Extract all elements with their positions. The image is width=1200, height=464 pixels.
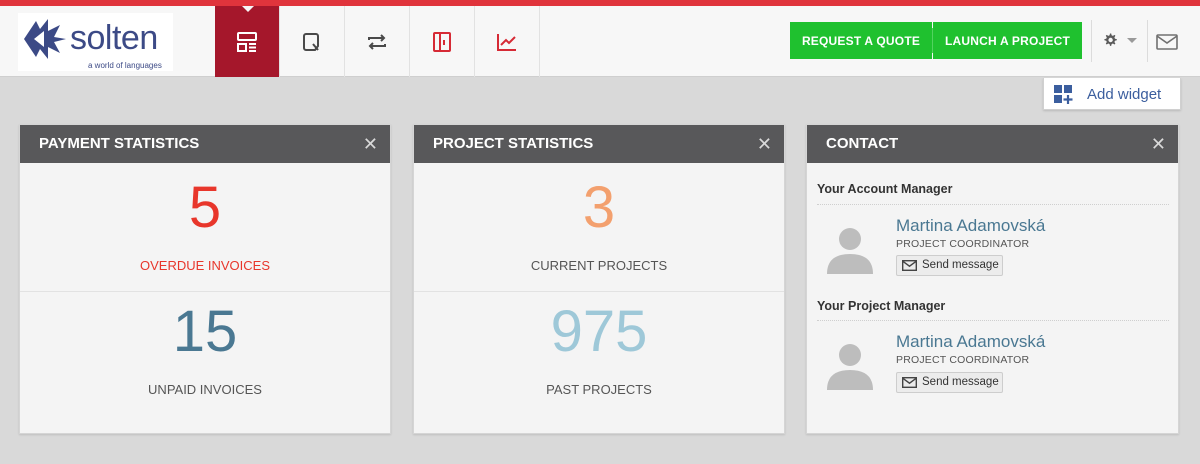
account-manager-heading: Your Account Manager (817, 182, 953, 196)
divider (20, 291, 390, 292)
project-manager-name[interactable]: Martina Adamovská (896, 332, 1045, 352)
header-divider (1091, 20, 1092, 62)
invoices-icon (433, 31, 451, 52)
widget-title: PROJECT STATISTICS (433, 135, 594, 152)
transfer-icon (368, 33, 386, 50)
logo-mark-icon (24, 19, 66, 59)
close-icon[interactable]: ✕ (363, 125, 378, 163)
launch-project-button[interactable]: LAUNCH A PROJECT (933, 22, 1082, 59)
app-header: solten a world of languages REQUEST A QU… (0, 6, 1200, 77)
past-projects-stat[interactable]: 975 PAST PROJECTS (414, 299, 784, 398)
divider (414, 291, 784, 292)
tab-quotes[interactable] (280, 6, 345, 77)
send-message-label: Send message (922, 376, 999, 388)
unpaid-invoices-count: 15 (172, 299, 238, 364)
project-manager-heading: Your Project Manager (817, 299, 946, 313)
settings-dropdown-caret[interactable] (1127, 38, 1137, 43)
dashboard-icon (237, 31, 257, 52)
current-projects-label: CURRENT PROJECTS (530, 258, 668, 273)
avatar-placeholder-icon (827, 344, 873, 390)
close-icon[interactable]: ✕ (757, 125, 772, 163)
account-manager-name[interactable]: Martina Adamovská (896, 216, 1045, 236)
avatar-placeholder-icon (827, 228, 873, 274)
widget-header: PROJECT STATISTICS ✕ (414, 125, 784, 163)
project-manager-role: PROJECT COORDINATOR (896, 354, 1030, 366)
divider (817, 320, 1169, 321)
current-projects-count: 3 (582, 175, 616, 240)
header-divider (1147, 20, 1148, 62)
tab-invoices[interactable] (410, 6, 475, 77)
close-icon[interactable]: ✕ (1151, 125, 1166, 163)
send-message-button[interactable]: Send message (896, 372, 1003, 393)
brand-logo[interactable]: solten a world of languages (18, 13, 173, 71)
send-message-label: Send message (922, 259, 999, 271)
cta-divider (932, 28, 933, 53)
envelope-icon (902, 377, 917, 388)
gear-icon[interactable] (1102, 32, 1118, 48)
payment-statistics-widget: PAYMENT STATISTICS ✕ 5 OVERDUE INVOICES … (19, 124, 391, 434)
send-message-button[interactable]: Send message (896, 255, 1003, 276)
overdue-invoices-count: 5 (188, 175, 222, 240)
current-projects-stat[interactable]: 3 CURRENT PROJECTS (414, 175, 784, 274)
request-quote-button[interactable]: REQUEST A QUOTE (790, 22, 932, 59)
tab-statistics[interactable] (475, 6, 540, 77)
add-widget-label: Add widget (1087, 86, 1162, 103)
tab-transfers[interactable] (345, 6, 410, 77)
past-projects-label: PAST PROJECTS (546, 382, 652, 397)
divider (817, 204, 1169, 205)
widget-header: PAYMENT STATISTICS ✕ (20, 125, 390, 163)
widget-title: PAYMENT STATISTICS (39, 135, 200, 152)
account-manager-role: PROJECT COORDINATOR (896, 238, 1030, 250)
unpaid-invoices-label: UNPAID INVOICES (148, 382, 262, 397)
unpaid-invoices-stat[interactable]: 15 UNPAID INVOICES (20, 299, 390, 398)
add-widget-icon (1054, 85, 1073, 104)
tab-dashboard[interactable] (215, 6, 280, 77)
quote-icon (303, 32, 319, 51)
add-widget-button[interactable]: Add widget (1043, 78, 1181, 110)
past-projects-count: 975 (550, 299, 648, 364)
envelope-icon (902, 260, 917, 271)
logo-tagline: a world of languages (88, 61, 162, 70)
widget-header: CONTACT ✕ (807, 125, 1178, 163)
overdue-invoices-label: OVERDUE INVOICES (139, 258, 271, 273)
project-statistics-widget: PROJECT STATISTICS ✕ 3 CURRENT PROJECTS … (413, 124, 785, 434)
statistics-chart-icon (497, 33, 516, 51)
logo-wordmark: solten (70, 19, 158, 57)
widget-title: CONTACT (826, 135, 899, 152)
contact-widget: CONTACT ✕ Your Account Manager Martina A… (806, 124, 1179, 434)
mail-icon[interactable] (1156, 34, 1178, 50)
overdue-invoices-stat[interactable]: 5 OVERDUE INVOICES (20, 175, 390, 274)
